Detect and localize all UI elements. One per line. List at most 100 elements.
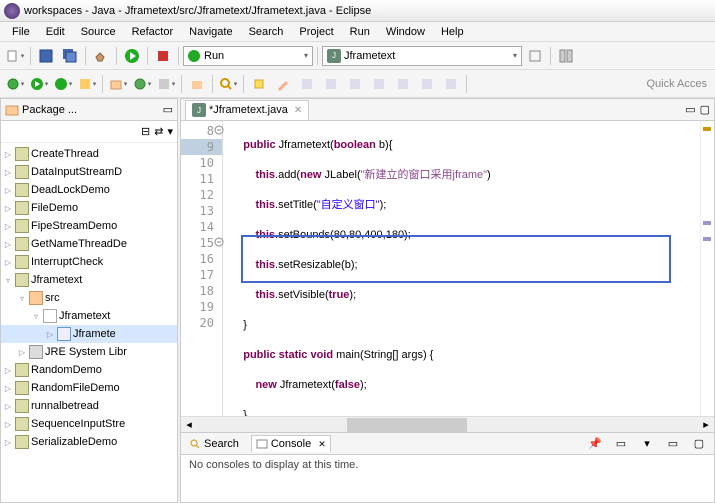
tree-item-jframetext[interactable]: ▿Jframetext (1, 307, 177, 325)
tree-item-serializabledemo[interactable]: ▷SerializableDemo (1, 433, 177, 451)
overview-ruler[interactable] (700, 121, 714, 416)
build-button[interactable] (90, 45, 112, 67)
run-dropdown[interactable]: ▾ (28, 73, 50, 95)
max-button[interactable]: ▢ (688, 433, 710, 455)
console-body: No consoles to display at this time. (181, 455, 714, 502)
toggle-button-a[interactable] (296, 73, 318, 95)
toggle-mark-button[interactable] (248, 73, 270, 95)
console-icon (256, 438, 268, 450)
coverage-dropdown[interactable]: ▾ (76, 73, 98, 95)
tree-item-getnamethreadde[interactable]: ▷GetNameThreadDe (1, 235, 177, 253)
editor-tabbar: J *Jframetext.java ✕ ▭ ▢ (181, 99, 714, 121)
package-explorer-toolbar: ⊟ ⇄ ▾ (1, 121, 177, 143)
toggle-button-g[interactable] (440, 73, 462, 95)
maximize-icon[interactable]: ▢ (700, 103, 710, 116)
window-title: workspaces - Java - Jframetext/src/Jfram… (24, 5, 371, 17)
pin-console-button[interactable]: 📌 (584, 433, 606, 455)
run-config-label: Run (204, 50, 224, 62)
save-button[interactable] (35, 45, 57, 67)
tree-item-randomfiledemo[interactable]: ▷RandomFileDemo (1, 379, 177, 397)
new-class-button[interactable]: ▾ (131, 73, 153, 95)
java-file-icon: J (327, 49, 341, 63)
link-editor-icon[interactable]: ⇄ (154, 125, 163, 138)
package-explorer-icon (5, 103, 19, 117)
package-tree[interactable]: ▷CreateThread▷DataInputStreamD▷DeadLockD… (1, 143, 177, 502)
editor-tab[interactable]: J *Jframetext.java ✕ (185, 100, 309, 120)
tree-item-deadlockdemo[interactable]: ▷DeadLockDemo (1, 181, 177, 199)
package-explorer: Package ... ▭ ⊟ ⇄ ▾ ▷CreateThread▷DataIn… (0, 98, 178, 503)
menu-refactor[interactable]: Refactor (124, 24, 182, 40)
menubar: File Edit Source Refactor Navigate Searc… (0, 22, 715, 42)
min-button[interactable]: ▭ (662, 433, 684, 455)
editor-tab-label: *Jframetext.java (209, 104, 288, 116)
horizontal-scrollbar[interactable]: ◂ ▸ (181, 416, 714, 432)
run-icon (188, 50, 200, 62)
perspective-button[interactable] (555, 45, 577, 67)
view-menu-icon[interactable]: ▾ (167, 125, 173, 138)
tree-item-fipestreamdemo[interactable]: ▷FipeStreamDemo (1, 217, 177, 235)
tree-item-interruptcheck[interactable]: ▷InterruptCheck (1, 253, 177, 271)
search-icon (189, 438, 201, 450)
minimize-icon[interactable]: ▭ (163, 103, 173, 116)
toggle-button-f[interactable] (416, 73, 438, 95)
close-icon[interactable]: ✕ (294, 105, 302, 116)
menu-run[interactable]: Run (342, 24, 378, 40)
run-config-combo[interactable]: Run ▾ (183, 46, 313, 66)
code-content[interactable]: public Jframetext(boolean b){ this.add(n… (223, 121, 700, 416)
code-editor[interactable]: 891011121314151617181920 public Jframete… (181, 121, 714, 416)
tree-item-jframete[interactable]: ▷Jframete (1, 325, 177, 343)
tree-item-sequenceinputstre[interactable]: ▷SequenceInputStre (1, 415, 177, 433)
menu-source[interactable]: Source (73, 24, 124, 40)
open-type-button[interactable] (186, 73, 208, 95)
run-last[interactable]: ▾ (52, 73, 74, 95)
tree-item-randomdemo[interactable]: ▷RandomDemo (1, 361, 177, 379)
console-panel: Search Console ✕ 📌 ▭ ▾ ▭ ▢ No consoles t… (181, 432, 714, 502)
run-button[interactable] (121, 45, 143, 67)
config-button[interactable] (524, 45, 546, 67)
minimize-icon[interactable]: ▭ (685, 103, 695, 116)
display-console-button[interactable]: ▭ (610, 433, 632, 455)
editor-area: J *Jframetext.java ✕ ▭ ▢ 891011121314151… (180, 98, 715, 503)
tree-item-filedemo[interactable]: ▷FileDemo (1, 199, 177, 217)
tree-item-createthread[interactable]: ▷CreateThread (1, 145, 177, 163)
debug-dropdown[interactable]: ▾ (4, 73, 26, 95)
search-button[interactable]: ▾ (217, 73, 239, 95)
chevron-down-icon: ▾ (304, 51, 308, 60)
wand-button[interactable] (272, 73, 294, 95)
tree-item-jre-system-libr[interactable]: ▷JRE System Libr (1, 343, 177, 361)
menu-window[interactable]: Window (378, 24, 433, 40)
search-tab[interactable]: Search (185, 436, 243, 452)
toggle-button-d[interactable] (368, 73, 390, 95)
quick-access[interactable]: Quick Acces (646, 78, 711, 90)
menu-search[interactable]: Search (241, 24, 292, 40)
menu-navigate[interactable]: Navigate (181, 24, 240, 40)
collapse-all-icon[interactable]: ⊟ (141, 125, 150, 138)
tree-item-src[interactable]: ▿src (1, 289, 177, 307)
menu-project[interactable]: Project (291, 24, 341, 40)
open-console-button[interactable]: ▾ (636, 433, 658, 455)
chevron-down-icon: ▾ (513, 51, 517, 60)
tree-item-runnalbetread[interactable]: ▷runnalbetread (1, 397, 177, 415)
menu-file[interactable]: File (4, 24, 38, 40)
stop-button[interactable] (152, 45, 174, 67)
tree-item-jframetext[interactable]: ▿Jframetext (1, 271, 177, 289)
launch-config-combo[interactable]: J Jframetext ▾ (322, 46, 522, 66)
java-file-icon: J (192, 103, 206, 117)
toggle-button-e[interactable] (392, 73, 414, 95)
save-all-button[interactable] (59, 45, 81, 67)
titlebar: workspaces - Java - Jframetext/src/Jfram… (0, 0, 715, 22)
toggle-button-b[interactable] (320, 73, 342, 95)
close-icon[interactable]: ✕ (318, 439, 326, 450)
package-explorer-tab[interactable]: Package ... ▭ (1, 99, 177, 121)
console-tab[interactable]: Console ✕ (251, 435, 331, 452)
new-button[interactable]: ▾ (4, 45, 26, 67)
menu-edit[interactable]: Edit (38, 24, 73, 40)
tree-item-datainputstreamd[interactable]: ▷DataInputStreamD (1, 163, 177, 181)
menu-help[interactable]: Help (433, 24, 472, 40)
new-misc-button[interactable]: ▾ (155, 73, 177, 95)
toolbar-2: ▾ ▾ ▾ ▾ ▾ ▾ ▾ ▾ Quick Acces (0, 70, 715, 98)
line-gutter: 891011121314151617181920 (181, 121, 223, 416)
new-package-button[interactable]: ▾ (107, 73, 129, 95)
toggle-button-c[interactable] (344, 73, 366, 95)
toolbar-1: ▾ Run ▾ J Jframetext ▾ (0, 42, 715, 70)
